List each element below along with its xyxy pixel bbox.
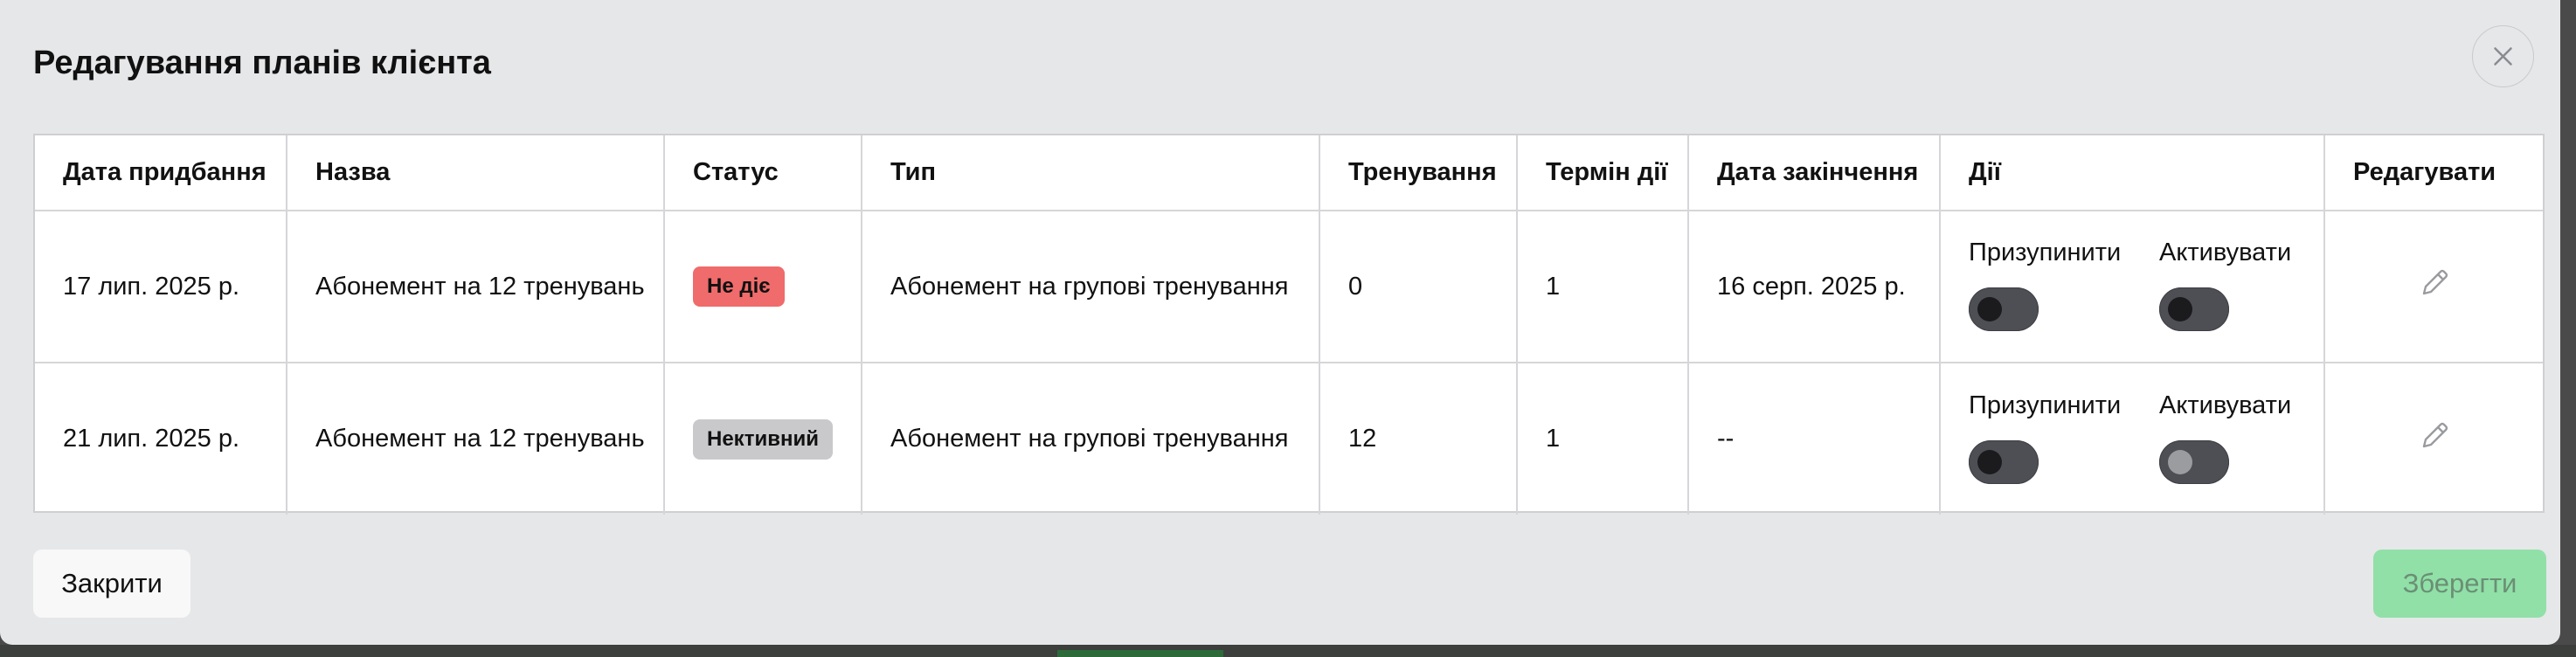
cell-edit <box>2323 362 2543 515</box>
cell-status: Нективний <box>663 362 862 515</box>
status-badge: Не діє <box>693 266 785 307</box>
activate-label: Активувати <box>2159 239 2292 266</box>
cell-end-date: 16 серп. 2025 р. <box>1687 210 1941 363</box>
edit-plans-modal: Редагування планів клієнта Дата придбанн… <box>0 0 2560 645</box>
pause-label: Призупинити <box>1969 239 2122 266</box>
cell-end-date: -- <box>1687 362 1941 515</box>
header-duration: Термін дії <box>1516 135 1689 211</box>
pause-toggle[interactable] <box>1969 287 2039 331</box>
cell-trainings: 12 <box>1319 362 1518 515</box>
cell-actions: Призупинити Активувати <box>1939 210 2325 363</box>
cell-purchase-date: 17 лип. 2025 р. <box>35 210 287 363</box>
header-purchase-date: Дата придбання <box>35 135 287 211</box>
header-name: Назва <box>286 135 665 211</box>
header-type: Тип <box>861 135 1320 211</box>
header-edit: Редагувати <box>2323 135 2543 211</box>
header-actions: Дії <box>1939 135 2325 211</box>
cell-edit <box>2323 210 2543 363</box>
plans-table: Дата придбання Назва Статус Тип Тренуван… <box>33 134 2545 515</box>
cell-duration: 1 <box>1516 210 1689 363</box>
pause-toggle[interactable] <box>1969 439 2039 484</box>
cell-name: Абонемент на 12 тренувань <box>286 210 665 363</box>
toggle-knob <box>2168 449 2192 474</box>
cell-purchase-date: 21 лип. 2025 р. <box>35 362 287 515</box>
toggle-knob <box>2168 297 2192 322</box>
cell-duration: 1 <box>1516 362 1689 515</box>
table-row: 21 лип. 2025 р. Абонемент на 12 тренуван… <box>35 362 2543 515</box>
background-strip <box>0 645 2576 657</box>
cell-name: Абонемент на 12 тренувань <box>286 362 665 515</box>
pencil-icon[interactable] <box>2417 418 2452 453</box>
toggle-knob <box>1977 449 2002 474</box>
cell-actions: Призупинити Активувати <box>1939 362 2325 515</box>
modal-close-button[interactable] <box>2472 25 2534 87</box>
cell-status: Не діє <box>663 210 862 363</box>
header-status: Статус <box>663 135 862 211</box>
table-header-row: Дата придбання Назва Статус Тип Тренуван… <box>35 135 2543 211</box>
activate-label: Активувати <box>2159 391 2292 419</box>
close-icon <box>2494 47 2512 66</box>
modal-title: Редагування планів клієнта <box>33 45 491 81</box>
cell-type: Абонемент на групові тренування <box>861 362 1320 515</box>
pause-label: Призупинити <box>1969 391 2122 419</box>
close-button[interactable]: Закрити <box>33 550 190 618</box>
activate-toggle[interactable] <box>2159 287 2229 331</box>
toggle-knob <box>1977 297 2002 322</box>
cell-type: Абонемент на групові тренування <box>861 210 1320 363</box>
header-end-date: Дата закінчення <box>1687 135 1941 211</box>
table-row: 17 лип. 2025 р. Абонемент на 12 тренуван… <box>35 210 2543 363</box>
pencil-icon[interactable] <box>2417 266 2452 301</box>
cell-trainings: 0 <box>1319 210 1518 363</box>
header-trainings: Тренування <box>1319 135 1518 211</box>
activate-toggle[interactable] <box>2159 439 2229 484</box>
status-badge: Нективний <box>693 418 833 460</box>
save-button[interactable]: Зберегти <box>2373 550 2546 618</box>
background-accent <box>1057 650 1223 657</box>
